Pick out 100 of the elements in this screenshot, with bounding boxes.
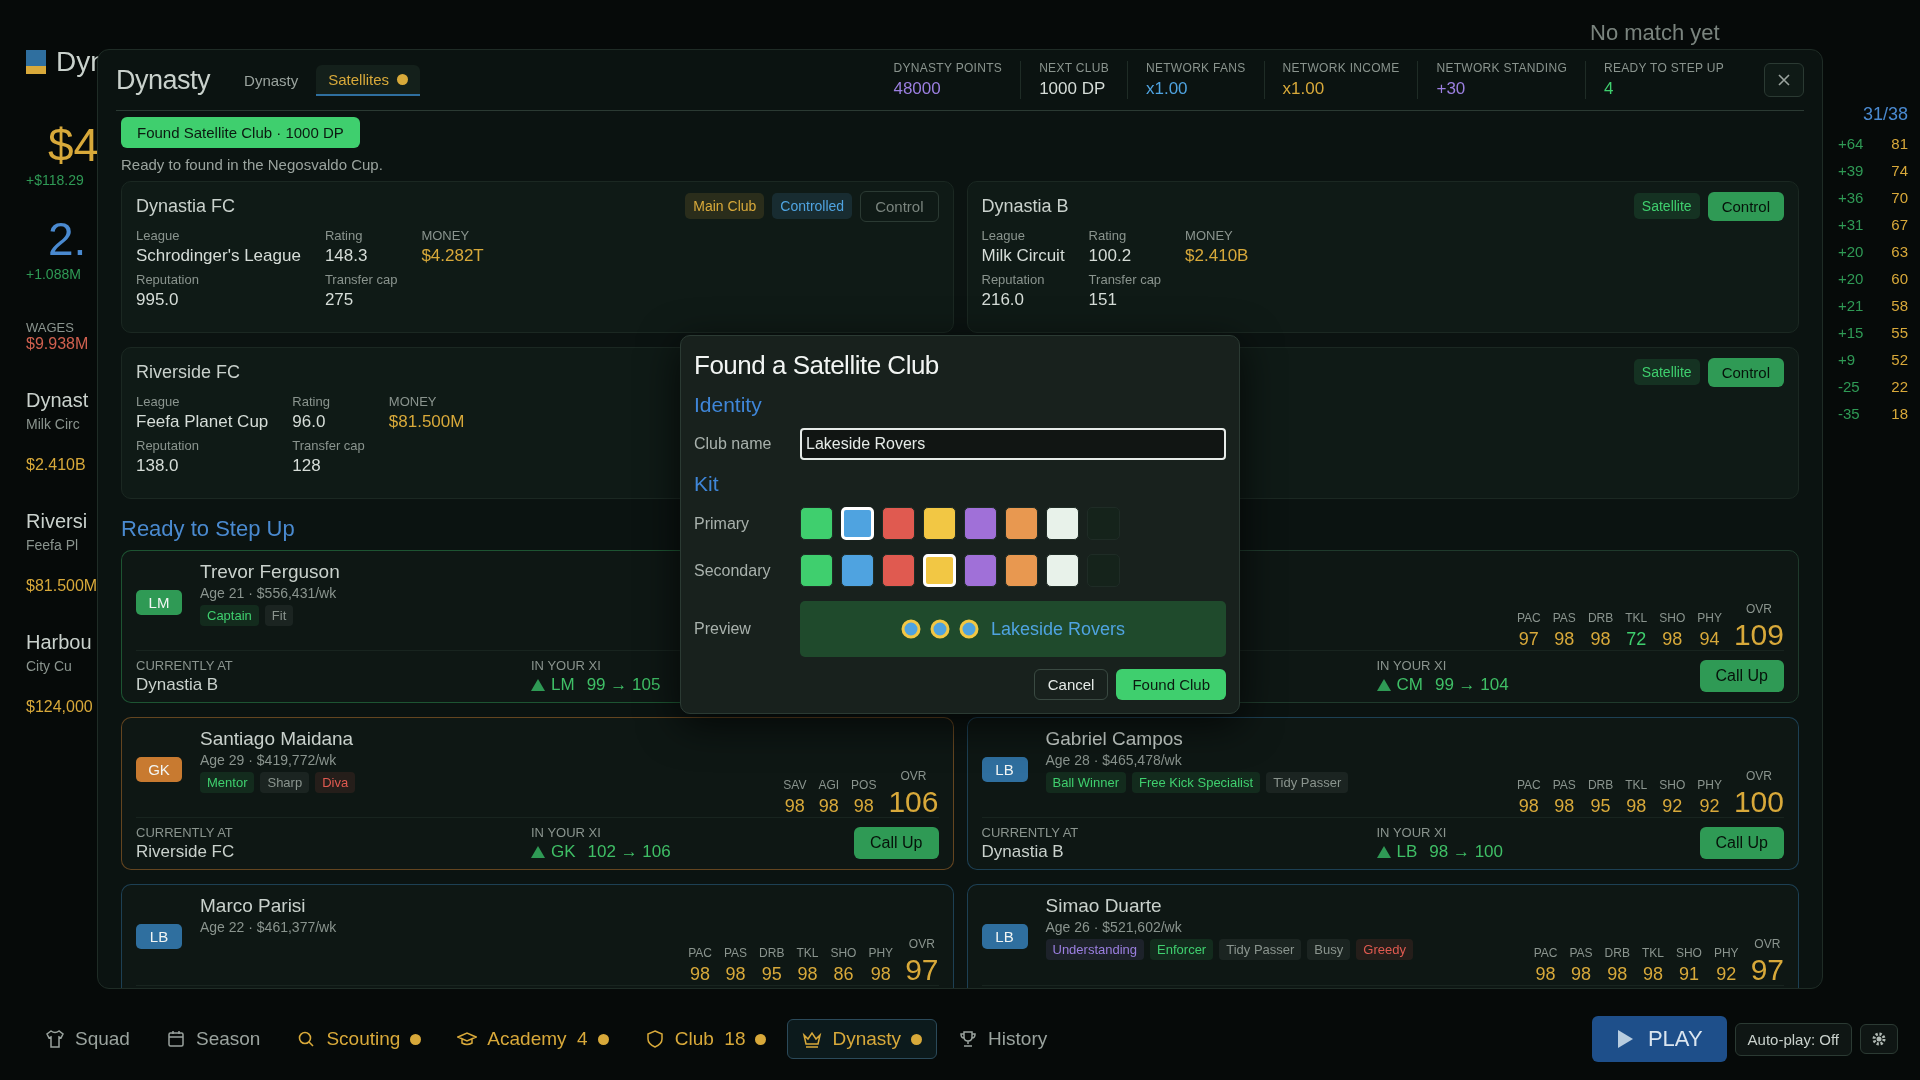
call-up-button[interactable]: Call Up [1699, 827, 1784, 860]
table-cell: 18 [1891, 405, 1908, 422]
stat-label: PHY [1697, 610, 1722, 625]
table-cell: +39 [1838, 162, 1864, 179]
background-text: Feefa Pl [26, 537, 79, 553]
overall-rating: 100 [1733, 786, 1784, 817]
settings-button[interactable] [1860, 1024, 1898, 1054]
table-cell: 60 [1891, 270, 1908, 287]
field-label: Club name [694, 435, 773, 453]
up-triangle-icon [531, 678, 545, 691]
field-label: Secondary [694, 561, 772, 580]
notification-dot [397, 73, 409, 85]
trait-tag: Fit [264, 605, 294, 626]
autoplay-button[interactable]: Auto-play: Off [1734, 1022, 1852, 1056]
trait-tag: Mentor [200, 772, 255, 793]
field-value: Feefa Planet Cup [136, 412, 269, 432]
play-button[interactable]: PLAY [1591, 1016, 1727, 1062]
stat-label: DYNASTY POINTS [893, 61, 1003, 75]
stat-label: POS [851, 777, 877, 792]
dialog-title: Found a Satellite Club [694, 350, 940, 381]
rating-change: 99 → 104 [1434, 674, 1509, 695]
player-name: Gabriel Campos [1045, 728, 1184, 750]
club-badge: Controlled [772, 193, 853, 219]
stat-value: 72 [1626, 628, 1647, 650]
color-swatch[interactable] [882, 554, 915, 587]
color-swatch[interactable] [964, 507, 997, 540]
nav-tab[interactable]: Club 18 [629, 1019, 782, 1059]
field-value: 96.0 [292, 412, 326, 432]
field-label: Reputation [136, 272, 199, 287]
color-swatch[interactable] [800, 507, 833, 540]
player-name: Santiago Maidana [200, 728, 355, 750]
stat-label: SHO [1659, 777, 1686, 792]
background-text: City Cu [26, 658, 72, 674]
found-club-button[interactable]: Found Club [1116, 669, 1226, 700]
field-label: CURRENTLY AT [136, 824, 234, 840]
close-button[interactable] [1764, 63, 1804, 97]
color-swatch[interactable] [1005, 554, 1038, 587]
call-up-button[interactable]: Call Up [854, 827, 939, 860]
position-badge: LB [981, 757, 1028, 782]
background-text: Harbou [26, 631, 92, 654]
table-cell: 63 [1891, 243, 1908, 260]
cancel-button[interactable]: Cancel [1033, 669, 1109, 700]
stat-value: 92 [1699, 795, 1720, 817]
stat-value: 48000 [893, 79, 942, 99]
color-swatch[interactable] [882, 507, 915, 540]
color-swatch[interactable] [1046, 507, 1079, 540]
up-triangle-icon [1376, 845, 1391, 858]
nav-tab[interactable]: Season [150, 1019, 276, 1059]
background-text: Milk Circ [26, 416, 80, 432]
stat-value: 98 [1662, 628, 1683, 650]
club-badge: Satellite [1633, 193, 1700, 219]
player-details: Age 26 · $521,602/wk [1045, 919, 1183, 935]
color-swatch[interactable] [964, 554, 997, 587]
shield-icon [644, 1029, 665, 1049]
control-button[interactable]: Control [1707, 191, 1784, 221]
trait-tag: Ball Winner [1045, 772, 1126, 793]
field-label: League [136, 228, 180, 243]
overall-rating: 106 [888, 786, 939, 817]
nav-tab[interactable]: History [943, 1019, 1063, 1059]
field-label: Transfer cap [324, 272, 398, 287]
color-swatch[interactable] [923, 507, 956, 540]
kit-dots-icon [900, 619, 979, 639]
color-swatch[interactable] [1046, 554, 1079, 587]
settings-icon [1871, 1031, 1887, 1047]
color-swatch[interactable] [841, 554, 874, 587]
stat-value: 86 [833, 964, 854, 985]
background-text: +$118.29 [26, 172, 84, 188]
club-name-field[interactable]: Lakeside Rovers [800, 428, 1226, 460]
background-text: $81.500M [26, 577, 98, 595]
color-swatch[interactable] [800, 554, 833, 587]
call-up-button[interactable]: Call Up [1699, 660, 1784, 693]
nav-tab[interactable]: Scouting [281, 1019, 437, 1059]
table-cell: 58 [1891, 297, 1908, 314]
stat-label: PAS [1552, 777, 1576, 792]
nav-tab[interactable]: Squad [30, 1019, 145, 1059]
stat-value: 92 [1662, 795, 1683, 817]
trait-tag: Understanding [1045, 939, 1145, 960]
tab[interactable]: Satellites [316, 64, 421, 96]
field-label: Preview [694, 620, 752, 638]
background-text: Dynast [26, 389, 89, 412]
color-swatch[interactable] [1005, 507, 1038, 540]
stat-label: OVR [1745, 768, 1772, 783]
status-text: Ready to found in the Negosvaldo Cup. [121, 156, 383, 173]
stat-label: PAS [1569, 946, 1593, 960]
table-cell: 55 [1891, 324, 1908, 341]
stat-label: TKL [1641, 946, 1664, 960]
background-text: +1.088M [26, 266, 81, 282]
stat-label: PHY [1697, 777, 1722, 792]
overall-rating: 109 [1733, 619, 1784, 650]
section-heading: Ready to Step Up [121, 516, 295, 542]
panel-title: Dynasty [116, 64, 211, 96]
found-club-button[interactable]: Found Satellite Club · 1000 DP [121, 117, 360, 148]
trait-tag: Enforcer [1150, 939, 1214, 960]
club-name: Riverside FC [136, 361, 241, 383]
tab[interactable]: Dynasty [232, 64, 311, 96]
nav-tab[interactable]: Dynasty [787, 1019, 938, 1059]
control-button[interactable]: Control [1707, 357, 1784, 387]
stat-label: SAV [783, 777, 807, 792]
field-label: IN YOUR XI [531, 824, 602, 840]
nav-tab[interactable]: Academy 4 [442, 1019, 624, 1059]
